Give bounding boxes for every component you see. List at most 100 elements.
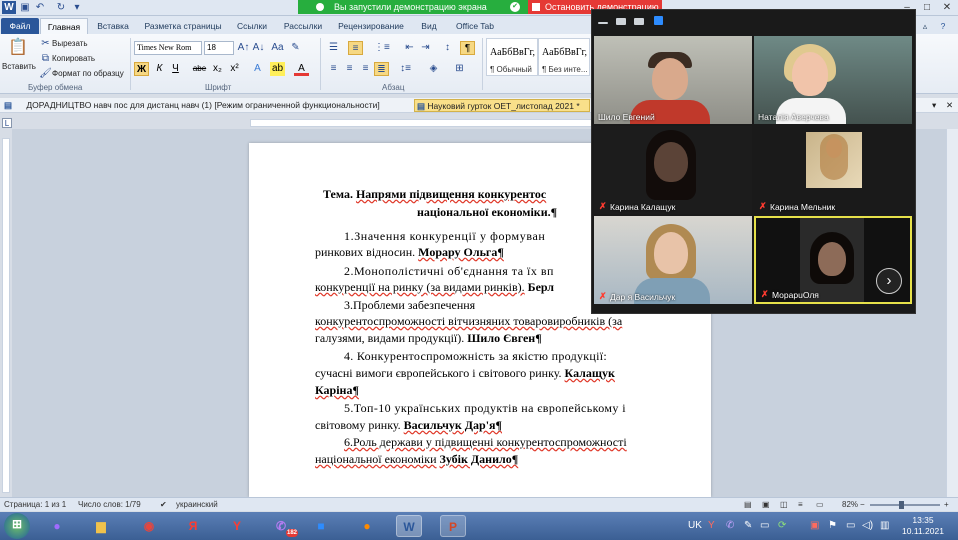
page-count[interactable]: Страница: 1 из 1 [4, 498, 66, 512]
copy-button[interactable]: Копировать [52, 54, 95, 63]
superscript-button[interactable]: x² [227, 62, 242, 76]
alice-assistant-icon[interactable]: ● [44, 515, 70, 537]
minimize-video-icon[interactable] [598, 22, 608, 24]
redo-icon[interactable]: ↻ [54, 1, 68, 14]
yandex-browser-icon[interactable]: Y [224, 515, 250, 537]
tray-pdf-icon[interactable]: ▣ [810, 520, 819, 532]
format-painter-button[interactable]: Формат по образцу [52, 69, 124, 78]
security-shield-icon[interactable]: ✔ [510, 2, 520, 12]
tray-flag-icon[interactable]: ⚑ [828, 520, 837, 532]
tab-page-layout[interactable]: Разметка страницы [140, 18, 226, 34]
customize-quick-access-icon[interactable]: ▾ [70, 1, 84, 14]
decrease-indent-icon[interactable]: ⇤ [402, 41, 417, 55]
italic-button[interactable]: К [152, 62, 167, 76]
tray-volume-icon[interactable]: ◁) [862, 520, 873, 532]
clear-formatting-icon[interactable]: ✎ [288, 41, 303, 55]
copy-icon[interactable]: ⧉ [38, 52, 53, 66]
paste-button-label[interactable]: Вставить [2, 62, 36, 71]
align-right-icon[interactable]: ≡ [358, 62, 373, 76]
align-center-icon[interactable]: ≡ [342, 62, 357, 76]
multilevel-list-icon[interactable]: ⋮≡ [374, 41, 390, 55]
justify-icon[interactable]: ≣ [374, 62, 389, 76]
zoom-app-icon[interactable]: ■ [308, 515, 334, 537]
numbering-icon[interactable]: ≡ [348, 41, 363, 55]
bold-button[interactable]: Ж [134, 62, 149, 76]
language-indicator[interactable]: украинский [176, 498, 218, 512]
tab-file[interactable]: Файл [1, 18, 39, 34]
undo-icon[interactable]: ↶ [33, 1, 47, 14]
grow-font-icon[interactable]: A↑ [236, 41, 251, 55]
web-layout-view-icon[interactable]: ◫ [780, 498, 788, 512]
participant-tile-vasylchuk[interactable]: ✗ Дар я Васильчук [594, 216, 752, 304]
subscript-button[interactable]: x₂ [210, 62, 225, 76]
bullets-icon[interactable]: ☰ [326, 41, 341, 55]
system-clock[interactable]: 13:35 10.11.2021 [898, 515, 948, 537]
outline-view-icon[interactable]: ≡ [798, 498, 803, 512]
tray-battery-icon[interactable]: ▭ [846, 520, 855, 532]
doctab-close-icon[interactable]: ✕ [946, 99, 956, 112]
text-effects-icon[interactable]: A [250, 62, 265, 76]
sort-icon[interactable]: ↕ [440, 41, 455, 55]
participant-tile-melnyk[interactable]: ✗ Карина Мельник [754, 126, 912, 214]
font-size-select[interactable]: 18 [204, 41, 234, 55]
word-count[interactable]: Число слов: 1/79 [78, 498, 141, 512]
zoom-slider-thumb[interactable] [899, 501, 904, 509]
tab-view[interactable]: Вид [416, 18, 442, 34]
start-button-icon[interactable]: ⊞ [4, 513, 30, 539]
paste-icon[interactable]: 📋 [8, 37, 28, 59]
font-color-icon[interactable]: A [294, 62, 309, 76]
font-family-select[interactable]: Times New Rom [134, 41, 202, 55]
format-painter-icon[interactable]: 🖌 [38, 67, 53, 81]
powerpoint-taskbar-icon[interactable]: P [440, 515, 466, 537]
tab-review[interactable]: Рецензирование [334, 18, 408, 34]
strikethrough-button[interactable]: abe [192, 62, 207, 76]
tray-yandex-icon[interactable]: Y [708, 520, 715, 532]
chrome-icon[interactable]: ◉ [136, 515, 162, 537]
tab-references[interactable]: Ссылки [232, 18, 272, 34]
tab-mailings[interactable]: Рассылки [280, 18, 326, 34]
align-left-icon[interactable]: ≡ [326, 62, 341, 76]
tab-office-tab[interactable]: Office Tab [450, 18, 500, 34]
help-icon[interactable]: ? [936, 18, 950, 34]
tray-pen-icon[interactable]: ✎ [744, 520, 752, 532]
draft-view-icon[interactable]: ▭ [816, 498, 824, 512]
borders-icon[interactable]: ⊞ [452, 62, 467, 76]
zoom-out-icon[interactable]: − [860, 498, 865, 512]
print-layout-view-icon[interactable]: ▤ [744, 498, 752, 512]
word-taskbar-icon[interactable]: W [396, 515, 422, 537]
gallery-view-icon[interactable] [654, 16, 663, 25]
participant-tile-avercheva[interactable]: Наталія Аверчева [754, 36, 912, 124]
word-app-icon[interactable]: W [2, 1, 16, 14]
hide-video-icon[interactable] [616, 18, 626, 25]
maximize-window-button[interactable]: □ [918, 0, 936, 15]
next-page-chevron-icon[interactable]: › [876, 268, 902, 294]
minimize-ribbon-icon[interactable]: ▵ [918, 18, 932, 34]
cut-button[interactable]: Вырезать [52, 39, 88, 48]
cut-icon[interactable]: ✂ [38, 37, 53, 51]
tray-network-icon[interactable]: ▥ [880, 520, 889, 532]
zoom-video-panel[interactable]: Шило Евгений Наталія Аверчева ✗ Карина К… [591, 9, 916, 314]
proofing-icon[interactable]: ✔ [160, 498, 167, 512]
tray-sync-icon[interactable]: ⟳ [778, 520, 786, 532]
file-explorer-icon[interactable]: ▆ [88, 515, 114, 537]
ruler-tab-selector-icon[interactable]: L [2, 118, 12, 128]
vertical-scrollbar[interactable] [946, 129, 958, 497]
tray-viber-icon[interactable]: ✆ [726, 520, 734, 532]
viber-icon[interactable]: ✆ 182 [268, 515, 298, 537]
participant-tile-moraru[interactable]: ✗ МорарuОля › [754, 216, 912, 304]
tray-zoom-icon[interactable]: ▭ [760, 520, 769, 532]
underline-button[interactable]: Ч [168, 62, 183, 76]
doctab-doradnytstvo[interactable]: ▤ ДОРАДНИЦТВО навч пос для дистанц навч … [4, 99, 404, 112]
zoom-level[interactable]: 82% [842, 498, 858, 512]
zoom-in-icon[interactable]: + [944, 498, 949, 512]
zoom-slider[interactable] [870, 504, 940, 506]
participant-tile-shylo[interactable]: Шило Евгений [594, 36, 752, 124]
shading-icon[interactable]: ◈ [426, 62, 441, 76]
firefox-icon[interactable]: ● [354, 515, 380, 537]
vertical-ruler[interactable] [2, 138, 10, 493]
participant-tile-kalashchuk[interactable]: ✗ Карина Калащук [594, 126, 752, 214]
tab-home[interactable]: Главная [40, 18, 88, 34]
increase-indent-icon[interactable]: ⇥ [418, 41, 433, 55]
close-window-button[interactable]: ✕ [938, 0, 956, 15]
input-language[interactable]: UK [688, 520, 702, 532]
